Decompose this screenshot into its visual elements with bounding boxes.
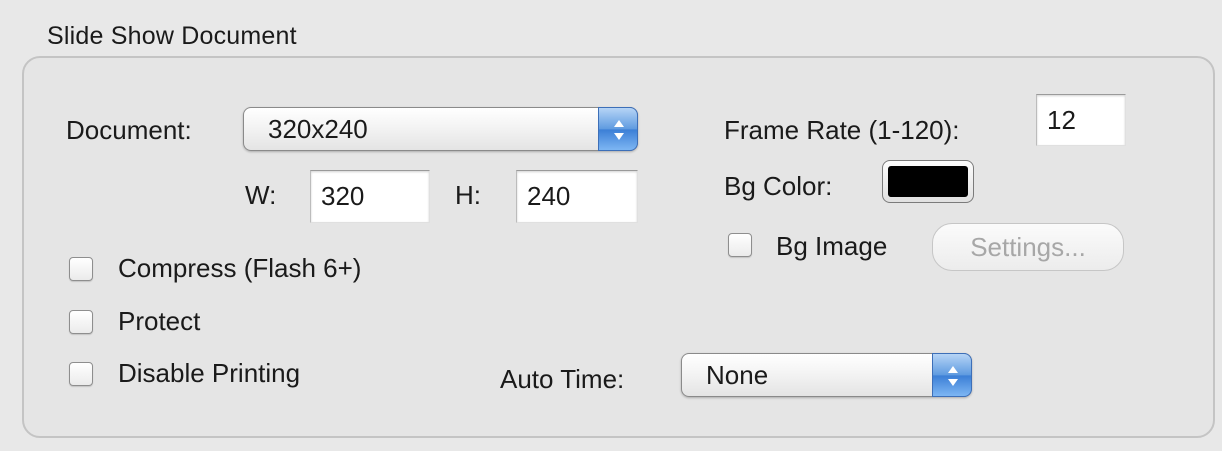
frame-rate-value: 12 xyxy=(1047,105,1076,135)
bg-image-checkbox[interactable] xyxy=(728,233,752,257)
protect-label: Protect xyxy=(118,306,201,336)
bg-image-label: Bg Image xyxy=(776,231,888,261)
disable-printing-label: Disable Printing xyxy=(118,358,301,388)
width-label: W: xyxy=(245,180,277,210)
auto-time-select-value: None xyxy=(706,360,769,390)
frame-rate-label: Frame Rate (1-120): xyxy=(724,115,960,145)
group-title: Slide Show Document xyxy=(47,22,297,50)
height-field[interactable]: 240 xyxy=(516,170,638,223)
document-select-value: 320x240 xyxy=(268,114,368,144)
width-field[interactable]: 320 xyxy=(310,170,430,223)
auto-time-select[interactable]: None xyxy=(681,353,972,397)
compress-label: Compress (Flash 6+) xyxy=(118,253,362,283)
stepper-arrows-icon xyxy=(932,353,972,397)
bg-color-swatch-fill xyxy=(888,166,968,197)
settings-button[interactable]: Settings... xyxy=(932,223,1124,271)
compress-checkbox[interactable] xyxy=(69,257,93,281)
frame-rate-field[interactable]: 12 xyxy=(1036,94,1126,146)
width-field-value: 320 xyxy=(321,181,365,211)
stepper-arrows-icon xyxy=(598,107,638,151)
document-label: Document: xyxy=(66,115,192,145)
bg-color-swatch[interactable] xyxy=(882,160,974,203)
height-field-value: 240 xyxy=(527,181,571,211)
bg-color-label: Bg Color: xyxy=(724,171,833,201)
disable-printing-checkbox[interactable] xyxy=(69,362,93,386)
height-label: H: xyxy=(455,180,481,210)
document-select[interactable]: 320x240 xyxy=(243,107,638,151)
protect-checkbox[interactable] xyxy=(69,310,93,334)
auto-time-label: Auto Time: xyxy=(500,364,625,394)
